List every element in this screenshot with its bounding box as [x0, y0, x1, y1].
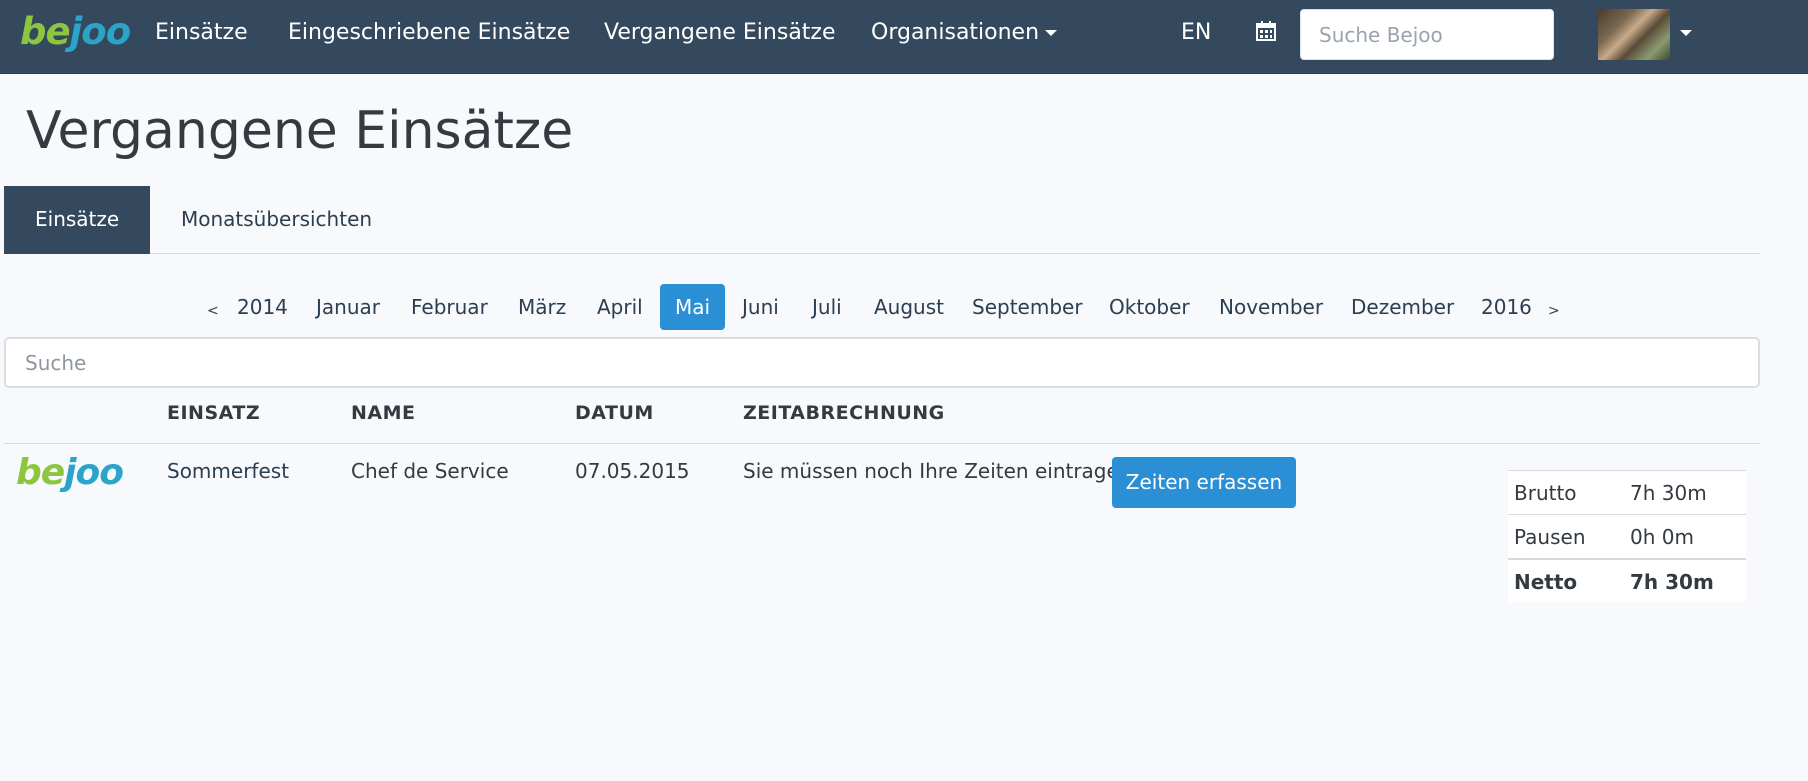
pager-year-2016[interactable]: 2016 — [1481, 284, 1532, 330]
brand-logo-be: be — [20, 10, 71, 53]
cell-name: Chef de Service — [351, 459, 509, 483]
pager-month-september[interactable]: September — [972, 284, 1083, 330]
column-header-name: NAME — [351, 402, 416, 424]
pager-month-mai[interactable]: Mai — [660, 284, 726, 330]
month-pager: < 2014 Januar Februar März April Mai Jun… — [0, 284, 1808, 330]
cell-zeit-message: Sie müssen noch Ihre Zeiten eintragen — [743, 459, 1132, 483]
nav-organisationen-dropdown[interactable]: Organisationen — [871, 20, 1058, 46]
pager-month-juni[interactable]: Juni — [742, 284, 779, 330]
global-search-input[interactable] — [1300, 9, 1554, 60]
summary-row-netto: Netto 7h 30m — [1508, 558, 1746, 602]
language-switch[interactable]: EN — [1181, 20, 1211, 46]
brand-logo[interactable]: bejoo — [20, 10, 132, 54]
top-navbar: bejoo Einsätze Eingeschriebene Einsätze … — [0, 0, 1808, 74]
nav-einsaetze[interactable]: Einsätze — [155, 20, 248, 46]
table-header-divider — [4, 443, 1760, 444]
column-header-einsatz: EINSATZ — [167, 402, 261, 424]
summary-row-pausen: Pausen 0h 0m — [1508, 514, 1746, 558]
cell-datum: 07.05.2015 — [575, 459, 690, 483]
summary-value: 7h 30m — [1630, 481, 1707, 505]
pager-month-august[interactable]: August — [874, 284, 944, 330]
organisation-logo-joo: joo — [64, 452, 124, 493]
summary-row-brutto: Brutto 7h 30m — [1508, 470, 1746, 514]
tab-einsaetze[interactable]: Einsätze — [4, 186, 151, 254]
table-search-input[interactable] — [4, 337, 1760, 388]
pager-month-november[interactable]: November — [1219, 284, 1323, 330]
einsatz-link[interactable]: Sommerfest — [167, 459, 289, 483]
nav-organisationen-label: Organisationen — [871, 20, 1040, 45]
nav-eingeschriebene-einsaetze[interactable]: Eingeschriebene Einsätze — [288, 20, 570, 46]
time-summary-table: Brutto 7h 30m Pausen 0h 0m Netto 7h 30m — [1508, 470, 1746, 602]
pager-month-januar[interactable]: Januar — [316, 284, 380, 330]
pager-month-dezember[interactable]: Dezember — [1351, 284, 1454, 330]
pager-month-februar[interactable]: Februar — [411, 284, 488, 330]
column-header-datum: DATUM — [575, 402, 654, 424]
pager-month-maerz[interactable]: März — [518, 284, 566, 330]
pager-prev[interactable]: < — [207, 288, 219, 334]
user-menu-caret-icon[interactable] — [1680, 30, 1692, 36]
summary-label: Pausen — [1514, 525, 1586, 549]
pager-month-juli[interactable]: Juli — [812, 284, 842, 330]
summary-label: Brutto — [1514, 481, 1577, 505]
calendar-icon[interactable] — [1255, 20, 1277, 42]
organisation-logo-be: be — [16, 452, 65, 493]
zeiten-erfassen-button[interactable]: Zeiten erfassen — [1112, 457, 1296, 508]
view-tabs: Einsätze Monatsübersichten — [4, 186, 1760, 254]
summary-label: Netto — [1514, 570, 1578, 594]
column-header-zeitabrechnung: ZEITABRECHNUNG — [743, 402, 945, 424]
page-title: Vergangene Einsätze — [26, 101, 574, 161]
pager-month-oktober[interactable]: Oktober — [1109, 284, 1190, 330]
summary-value: 7h 30m — [1630, 570, 1714, 594]
pager-year-2014[interactable]: 2014 — [237, 284, 288, 330]
nav-vergangene-einsaetze[interactable]: Vergangene Einsätze — [604, 20, 836, 46]
caret-down-icon — [1045, 30, 1058, 36]
brand-logo-joo: joo — [69, 10, 132, 53]
user-avatar[interactable] — [1598, 9, 1670, 60]
organisation-logo: bejoo — [16, 452, 124, 494]
summary-value: 0h 0m — [1630, 525, 1694, 549]
tab-monatsuebersichten[interactable]: Monatsübersichten — [150, 186, 403, 254]
pager-next[interactable]: > — [1548, 288, 1560, 334]
pager-month-april[interactable]: April — [597, 284, 643, 330]
